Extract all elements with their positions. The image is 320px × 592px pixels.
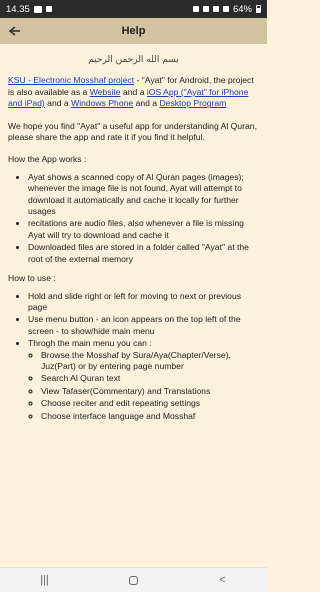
list-item-label: Throgh the main menu you can : (28, 338, 152, 349)
home-button[interactable] (114, 574, 154, 586)
battery-icon (256, 5, 261, 13)
list-item: Use menu button - an icon appears on the… (28, 314, 259, 337)
main-menu-sublist: Browse the Mosshaf by Sura/Aya(Chapter/V… (28, 350, 259, 422)
list-item: Throgh the main menu you can : Browse th… (28, 338, 259, 422)
sub-list-item: Choose interface language and Mosshaf (41, 411, 259, 422)
mute-icon (202, 6, 209, 12)
system-back-button[interactable]: < (203, 574, 243, 586)
notification-icon (33, 5, 42, 13)
rate-paragraph: We hope you find "Ayat" a useful app for… (8, 120, 257, 143)
battery-percent: 64% (232, 3, 252, 15)
signal-icon (222, 6, 229, 12)
wifi-icon (212, 6, 219, 12)
intro-text-2: and a (120, 86, 147, 97)
how-works-list: Ayat shows a scanned copy of Al Quran pa… (8, 172, 259, 265)
sub-list-item: View Tafaser(Commentary) and Translation… (41, 386, 259, 397)
bismillah: بسم الله الرحمن الرحيم (88, 55, 179, 65)
list-item: Hold and slide right or left for moving … (28, 291, 259, 314)
app-bar: Help (0, 18, 267, 44)
link-website[interactable]: Website (90, 87, 121, 97)
back-arrow-icon (9, 26, 20, 36)
alarm-icon (192, 6, 199, 12)
back-button[interactable] (0, 18, 30, 44)
how-use-list: Hold and slide right or left for moving … (8, 291, 259, 422)
sub-list-item: Choose reciter and edit repeating settin… (41, 398, 259, 409)
list-item: Downloaded files are stored in a folder … (28, 242, 259, 265)
link-project[interactable]: KSU - Electronic Mosshaf project (8, 75, 134, 85)
status-time: 14.35 (6, 3, 30, 15)
how-use-title: How to use : (8, 273, 56, 284)
sub-list-item: Search Al Quran text (41, 373, 259, 384)
intro-text-4: and a (133, 98, 160, 109)
system-back-icon: < (219, 574, 226, 586)
image-icon (45, 6, 52, 12)
sub-list-item: Browse the Mosshaf by Sura/Aya(Chapter/V… (41, 350, 259, 373)
status-bar: 14.35 64% (0, 0, 267, 18)
list-item: recitations are audio files, also whenev… (28, 218, 259, 241)
system-nav-bar: ||| < (0, 567, 267, 592)
list-item: Ayat shows a scanned copy of Al Quran pa… (28, 172, 259, 218)
status-right: 64% (192, 3, 261, 15)
link-desktop-program[interactable]: Desktop Program (159, 98, 226, 108)
home-icon (129, 575, 138, 585)
page-title: Help (121, 25, 146, 37)
how-works-title: How the App works : (8, 154, 87, 165)
intro-text-3: and a (44, 98, 72, 109)
status-left: 14.35 (6, 4, 52, 15)
recents-button[interactable]: ||| (25, 574, 65, 586)
help-content[interactable]: بسم الله الرحمن الرحيم KSU - Electronic … (0, 44, 267, 568)
intro-paragraph: KSU - Electronic Mosshaf project - "Ayat… (8, 75, 259, 109)
recents-icon: ||| (40, 574, 49, 586)
link-windows-phone[interactable]: Windows Phone (71, 98, 133, 108)
